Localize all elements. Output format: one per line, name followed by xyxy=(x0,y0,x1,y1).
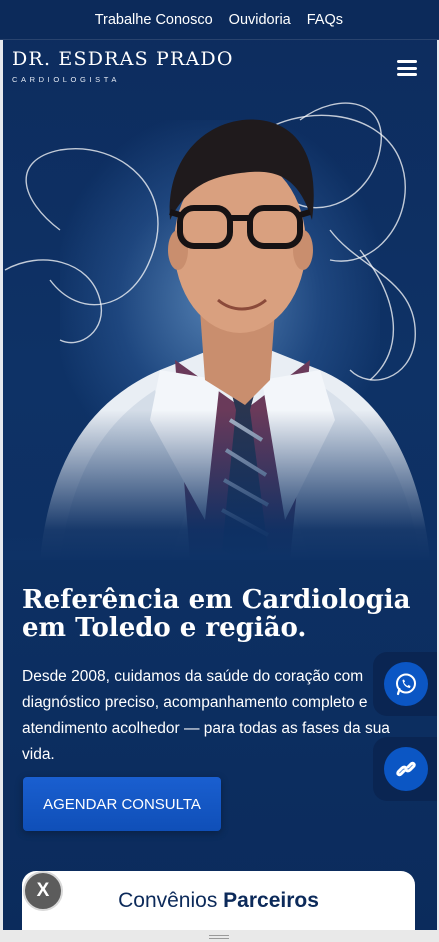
left-edge xyxy=(0,40,3,930)
brand-subtitle: CARDIOLOGISTA xyxy=(12,75,120,84)
whatsapp-button[interactable] xyxy=(373,652,439,716)
link-button[interactable] xyxy=(373,737,439,801)
hamburger-menu-icon[interactable] xyxy=(397,60,417,76)
top-bar: Trabalhe Conosco Ouvidoria FAQs xyxy=(0,0,439,40)
topbar-link-ouvidoria[interactable]: Ouvidoria xyxy=(229,12,291,28)
close-button[interactable]: X xyxy=(23,871,63,911)
hero-description: Desde 2008, cuidamos da saúde do coração… xyxy=(22,668,390,763)
site-header: DR. ESDRAS PRADO CARDIOLOGISTA xyxy=(0,40,439,96)
drag-handle-icon[interactable] xyxy=(209,935,229,939)
partners-title-regular: Convênios xyxy=(118,889,218,912)
brand-name: DR. ESDRAS PRADO xyxy=(12,48,234,70)
schedule-appointment-button[interactable]: AGENDAR CONSULTA xyxy=(23,777,221,831)
topbar-link-faqs[interactable]: FAQs xyxy=(307,12,343,28)
hero-fade xyxy=(0,410,439,560)
partners-title-bold: Parceiros xyxy=(223,889,319,912)
topbar-link-trabalhe-conosco[interactable]: Trabalhe Conosco xyxy=(95,12,213,28)
page: Trabalhe Conosco Ouvidoria FAQs DR. ESDR… xyxy=(0,0,439,942)
hero-headline: Referência em Cardiologia em Toledo e re… xyxy=(22,585,411,643)
link-icon xyxy=(396,761,416,777)
brand-logo[interactable]: DR. ESDRAS PRADO CARDIOLOGISTA xyxy=(12,48,234,84)
hero-image xyxy=(0,80,439,560)
whatsapp-icon xyxy=(396,673,416,696)
